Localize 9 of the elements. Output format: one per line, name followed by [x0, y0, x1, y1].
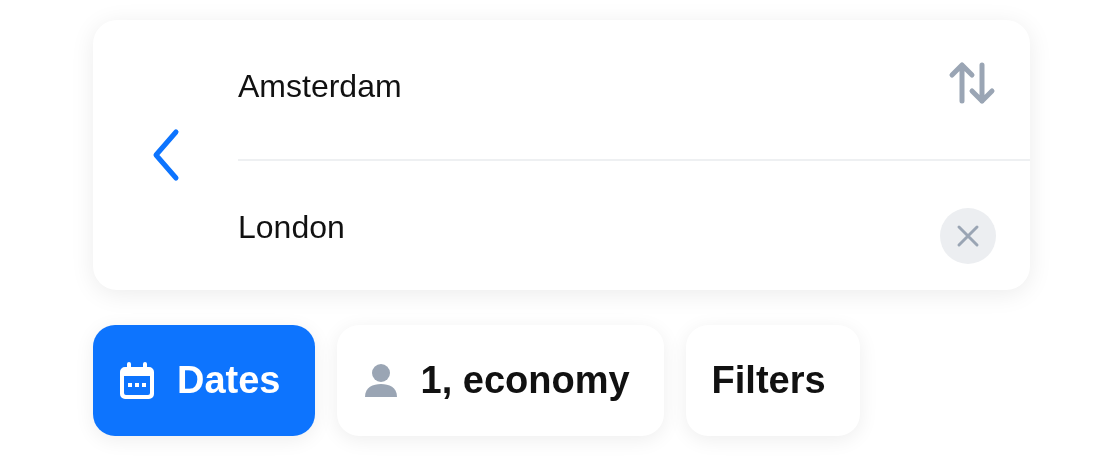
- filter-chip[interactable]: 1, economy: [336, 325, 664, 436]
- person-icon: [362, 362, 399, 399]
- origin-field[interactable]: Amsterdam: [238, 68, 402, 105]
- filter-chip[interactable]: Dates: [93, 325, 315, 436]
- filter-chip[interactable]: Filters: [685, 325, 860, 436]
- destination-field[interactable]: London: [238, 209, 345, 246]
- close-icon: [956, 223, 980, 248]
- calendar-icon: [119, 361, 155, 400]
- swap-icon: [948, 61, 996, 105]
